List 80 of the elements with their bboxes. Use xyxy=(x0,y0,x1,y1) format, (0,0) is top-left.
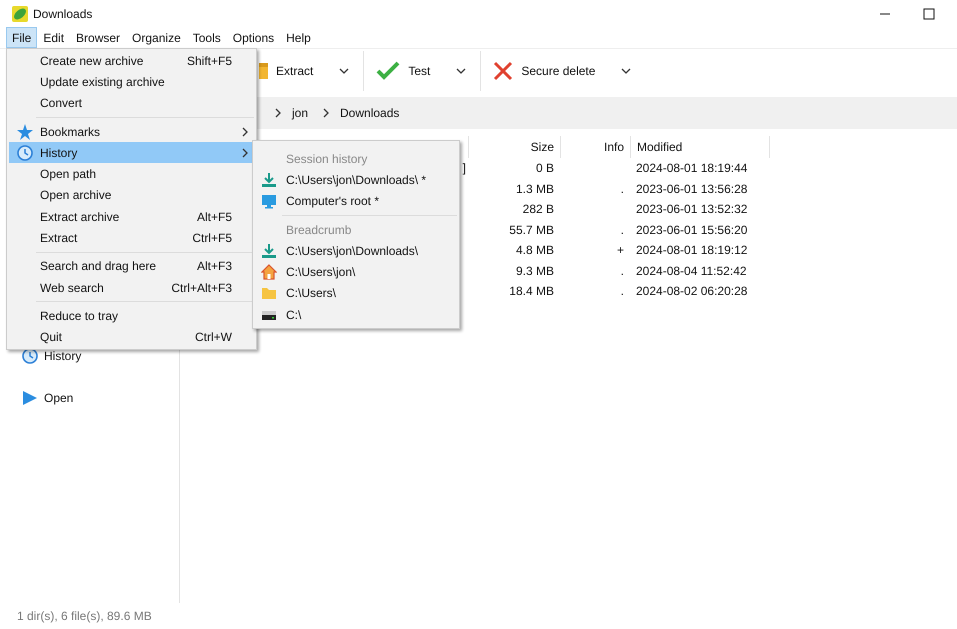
table-cell-text: + xyxy=(616,243,625,258)
menu-item[interactable]: File xyxy=(6,27,38,48)
breadcrumb-item[interactable]: jon xyxy=(290,104,310,122)
table-cell-text: ] xyxy=(462,161,467,176)
column-header[interactable]: Size xyxy=(468,136,560,158)
menu-heading: Breadcrumb xyxy=(285,222,352,237)
table-cell-text: . xyxy=(620,222,625,237)
menu-item[interactable]: Search and drag here Alt+F3 xyxy=(9,256,254,277)
dropdown-caret-icon xyxy=(339,67,350,75)
menu-item[interactable]: Extract archive Alt+F5 xyxy=(9,206,254,228)
menu-item[interactable]: C:\Users\jon\Downloads\ xyxy=(255,240,457,262)
star-icon xyxy=(16,124,32,140)
menu-item[interactable]: Quit Ctrl+W xyxy=(9,326,254,348)
menu-item[interactable]: Help xyxy=(280,27,317,48)
chevron-right-icon xyxy=(241,126,249,137)
sidebar-item[interactable]: Open xyxy=(44,390,74,404)
menu-item[interactable]: C:\Users\ xyxy=(255,282,457,304)
table-cell-text: 2024-08-01 18:19:44 xyxy=(635,161,748,176)
table-cell-text: 9.3 MB xyxy=(514,264,555,278)
toolbar-button[interactable]: Secure delete xyxy=(519,61,598,81)
folder-icon xyxy=(261,285,277,302)
box-icon xyxy=(259,63,268,79)
table-cell-text: 1.3 MB xyxy=(514,182,555,196)
table-cell-text: 2023-06-01 13:56:28 xyxy=(635,182,748,196)
download-icon xyxy=(261,242,277,259)
menu-item[interactable]: Bookmarks xyxy=(9,120,254,142)
toolbar-button[interactable]: Extract xyxy=(274,61,316,81)
table-cell-text: 55.7 MB xyxy=(508,222,555,237)
chevron-right-icon xyxy=(274,108,282,118)
table-cell-text: 0 B xyxy=(534,161,555,176)
clock-icon xyxy=(16,144,32,161)
toolbar-button[interactable]: Test xyxy=(406,61,432,81)
table-cell-text: 4.8 MB xyxy=(514,243,555,258)
menu-item[interactable]: Tools xyxy=(186,27,227,48)
table-cell-text: . xyxy=(620,182,625,196)
table-cell-text: 2024-08-02 06:20:28 xyxy=(635,284,748,298)
menu-item[interactable]: Computer's root * xyxy=(255,190,457,212)
menu-item[interactable]: Open archive xyxy=(9,184,254,206)
column-header[interactable]: Modified xyxy=(630,136,770,158)
dropdown-caret-icon xyxy=(456,67,466,75)
cross-icon xyxy=(493,61,514,81)
menu-item[interactable]: Extract Ctrl+F5 xyxy=(9,227,254,249)
window-title: Downloads xyxy=(33,6,92,20)
table-cell-text: 282 B xyxy=(522,202,555,216)
maximize-icon xyxy=(923,8,935,20)
menu-item[interactable]: History xyxy=(9,142,254,164)
menu-item[interactable]: Open path xyxy=(9,163,254,185)
menu-item[interactable]: Edit xyxy=(37,27,70,48)
menu-item[interactable]: Create new archive Shift+F5 xyxy=(9,50,254,72)
download-icon xyxy=(261,172,277,188)
menu-item[interactable]: C:\Users\jon\ xyxy=(255,261,457,283)
play-icon xyxy=(22,390,38,406)
menu-item[interactable]: C:\Users\jon\Downloads\ * xyxy=(255,169,457,191)
menu-item[interactable]: Browser xyxy=(70,27,126,48)
status-text: 1 dir(s), 6 file(s), 89.6 MB xyxy=(16,608,153,625)
menu-item[interactable]: Update existing archive xyxy=(9,71,254,93)
check-icon xyxy=(376,61,400,81)
menu-item[interactable]: Organize xyxy=(126,27,187,48)
chevron-right-icon xyxy=(322,108,330,118)
monitor-icon xyxy=(261,193,277,210)
table-cell-text: 2023-06-01 15:56:20 xyxy=(635,222,748,237)
dropdown-caret-icon xyxy=(621,67,632,75)
table-cell-text: 18.4 MB xyxy=(508,284,555,298)
menu-item[interactable]: Web search Ctrl+Alt+F3 xyxy=(9,276,254,298)
table-cell-text: . xyxy=(620,284,625,298)
table-cell-text: 2023-06-01 13:52:32 xyxy=(635,202,748,216)
menu-item[interactable]: Options xyxy=(226,27,280,48)
sidebar-item[interactable]: History xyxy=(44,348,82,362)
menu-item[interactable]: C:\ xyxy=(255,304,457,326)
breadcrumb-item[interactable]: Downloads xyxy=(338,104,402,122)
table-cell-text: 2024-08-04 11:52:42 xyxy=(635,264,748,278)
menu-item[interactable]: Reduce to tray xyxy=(9,305,254,327)
table-cell-text: 2024-08-01 18:19:12 xyxy=(635,243,748,258)
menu-item[interactable]: Convert xyxy=(9,92,254,114)
table-cell-text: . xyxy=(620,264,625,278)
house-icon xyxy=(261,264,277,280)
column-header[interactable]: Info xyxy=(560,136,630,158)
chevron-right-icon xyxy=(241,148,249,158)
app-logo-icon xyxy=(12,6,28,22)
menu-heading: Session history xyxy=(285,152,368,166)
